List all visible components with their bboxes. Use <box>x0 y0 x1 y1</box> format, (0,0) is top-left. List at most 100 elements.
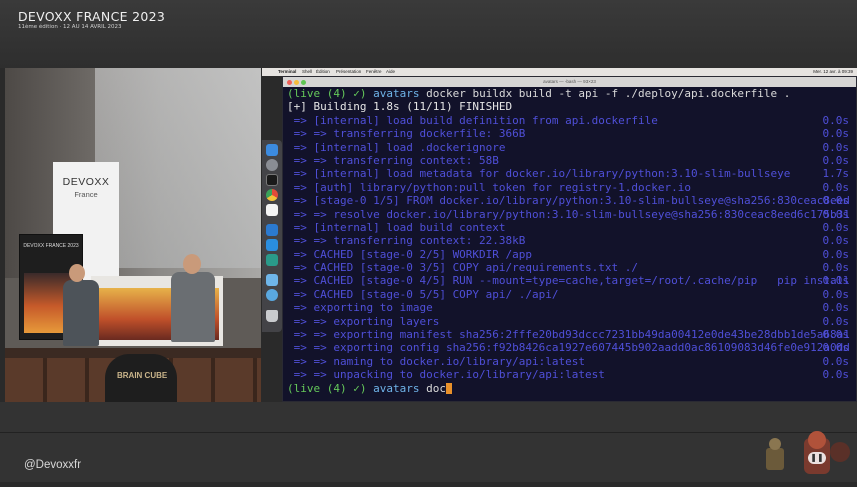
terminal-icon[interactable] <box>266 174 278 186</box>
build-step-text: => [stage-0 1/5] FROM docker.io/library/… <box>287 194 850 208</box>
build-step-row: => => resolve docker.io/library/python:3… <box>283 208 856 221</box>
build-status-line: [+] Building 1.8s (11/11) FINISHED <box>283 100 856 113</box>
build-step-text: => CACHED [stage-0 5/5] COPY api/ ./api/ <box>287 287 559 301</box>
build-step-text: => [internal] load .dockerignore <box>287 140 506 154</box>
chrome-icon[interactable] <box>266 189 278 201</box>
build-step-row: => => transferring context: 22.38kB 0.0s <box>283 234 856 247</box>
build-step-time: 0.0s <box>822 234 850 248</box>
trash-icon[interactable] <box>266 310 278 322</box>
folder-icon[interactable] <box>266 274 278 286</box>
terminal-window-title: avatars — -bash — 93×23 <box>543 79 596 84</box>
pause-button[interactable]: ❚❚ <box>808 452 826 464</box>
menu-aide[interactable]: Aide <box>386 68 395 76</box>
banner-subtitle: France <box>74 190 98 199</box>
command-line: (live (4) ✓) avatars docker buildx build… <box>283 87 856 100</box>
build-steps: => [internal] load build definition from… <box>283 114 856 382</box>
build-step-row: => [internal] load metadata for docker.i… <box>283 167 856 180</box>
build-step-row: => => exporting layers 0.0s <box>283 315 856 328</box>
build-step-time: 0.0s <box>822 113 850 127</box>
build-step-row: => => naming to docker.io/library/api:la… <box>283 355 856 368</box>
menu-shell[interactable]: Shell <box>302 68 312 76</box>
menu-terminal[interactable]: Terminal <box>278 68 296 76</box>
build-step-row: => => exporting config sha256:f92b8426ca… <box>283 341 856 354</box>
build-step-time: 0.0s <box>822 301 850 315</box>
launchpad-icon[interactable] <box>266 159 278 171</box>
build-step-row: => [internal] load build definition from… <box>283 114 856 127</box>
terminal-titlebar[interactable]: avatars — -bash — 93×23 <box>283 77 856 87</box>
build-step-row: => CACHED [stage-0 2/5] WORKDIR /app 0.0s <box>283 248 856 261</box>
build-step-time: 0.0s <box>822 247 850 261</box>
build-step-text: => => exporting manifest sha256:2fffe20b… <box>287 328 850 342</box>
speaker-right-head <box>183 254 201 274</box>
build-step-time: 0.0s <box>822 207 850 221</box>
menu-edition[interactable]: Édition <box>316 68 330 76</box>
build-step-row: => [internal] load build context 0.0s <box>283 221 856 234</box>
build-step-text: => [internal] load build definition from… <box>287 113 658 127</box>
build-step-text: => CACHED [stage-0 4/5] RUN --mount=type… <box>287 274 850 288</box>
build-step-row: => CACHED [stage-0 4/5] RUN --mount=type… <box>283 274 856 287</box>
build-step-text: => => exporting config sha256:f92b8426ca… <box>287 341 850 355</box>
build-step-text: => => transferring context: 22.38kB <box>287 234 526 248</box>
build-step-text: => [internal] load build context <box>287 220 506 234</box>
build-step-time: 0.0s <box>822 314 850 328</box>
stage-wall-panel <box>95 68 261 268</box>
event-title: DEVOXX FRANCE 2023 <box>18 9 166 24</box>
footer-divider <box>0 432 857 433</box>
menu-fenetre[interactable]: Fenêtre <box>366 68 382 76</box>
docker-icon[interactable] <box>266 239 278 251</box>
banner-title: DEVOXX <box>62 176 110 188</box>
slack-icon[interactable] <box>266 204 278 216</box>
build-step-time: 0.0s <box>822 274 850 288</box>
build-step-text: => CACHED [stage-0 2/5] WORKDIR /app <box>287 247 533 261</box>
event-subtitle: 11ème édition · 12 AU 14 AVRIL 2023 <box>18 24 122 30</box>
build-step-row: => => unpacking to docker.io/library/api… <box>283 368 856 381</box>
vscode-icon[interactable] <box>266 224 278 236</box>
build-step-row: => CACHED [stage-0 3/5] COPY api/require… <box>283 261 856 274</box>
build-step-row: => => transferring dockerfile: 366B 0.0s <box>283 127 856 140</box>
prompt-live: (live (4) ✓) <box>287 381 367 395</box>
build-step-time: 0.0s <box>822 140 850 154</box>
pause-icon: ❚❚ <box>810 453 824 462</box>
prompt-live: (live (4) ✓) <box>287 87 367 100</box>
speaker-right <box>171 272 215 342</box>
stage-video: DEVOXX France DEVOXX FRANCE 2023 BRAIN C… <box>5 68 261 402</box>
build-step-time: 0.0s <box>822 287 850 301</box>
build-step-time: 0.0s <box>822 261 850 275</box>
build-step-time: 0.0s <box>822 328 850 342</box>
build-step-time: 0.0s <box>822 194 850 208</box>
speaker-left-head <box>69 264 85 282</box>
event-header: DEVOXX FRANCE 2023 11ème édition · 12 AU… <box>0 0 857 68</box>
build-step-text: => => unpacking to docker.io/library/api… <box>287 368 605 382</box>
build-step-text: => => naming to docker.io/library/api:la… <box>287 354 586 368</box>
input-line[interactable]: (live (4) ✓) avatars doc <box>283 382 856 395</box>
menu-presentation[interactable]: Présentation <box>336 68 361 76</box>
build-step-time: 0.0s <box>822 180 850 194</box>
audience-shirt-text: BRAIN CUBE <box>117 371 168 380</box>
build-step-row: => CACHED [stage-0 5/5] COPY api/ ./api/… <box>283 288 856 301</box>
build-step-time: 0.0s <box>822 153 850 167</box>
build-step-row: => [stage-0 1/5] FROM docker.io/library/… <box>283 194 856 207</box>
build-step-row: => => transferring context: 58B 0.0s <box>283 154 856 167</box>
stream-footer <box>0 402 857 482</box>
build-step-text: => => resolve docker.io/library/python:3… <box>287 207 850 221</box>
build-step-time: 0.0s <box>822 341 850 355</box>
typed-text[interactable]: doc <box>426 382 446 395</box>
side-screen-title: DEVOXX FRANCE 2023 <box>23 243 79 249</box>
text-cursor <box>445 382 452 394</box>
build-step-text: => exporting to image <box>287 301 433 315</box>
terminal-window[interactable]: avatars — -bash — 93×23 (live (4) ✓) ava… <box>282 76 857 402</box>
speaker-left <box>63 280 99 346</box>
menu-clock[interactable]: Mer. 12 avr. à 09:39 <box>813 68 853 76</box>
prompt-path: avatars <box>373 381 420 395</box>
downloads-icon[interactable] <box>266 289 278 301</box>
build-step-time: 0.0s <box>822 220 850 234</box>
build-step-time: 0.0s <box>822 127 850 141</box>
vscode-insiders-icon[interactable] <box>266 254 278 266</box>
build-step-text: => => exporting layers <box>287 314 440 328</box>
finder-icon[interactable] <box>266 144 278 156</box>
terminal-output[interactable]: (live (4) ✓) avatars docker buildx build… <box>283 87 856 395</box>
build-step-text: => [auth] library/python:pull token for … <box>287 180 691 194</box>
build-step-row: => => exporting manifest sha256:2fffe20b… <box>283 328 856 341</box>
build-step-text: => [internal] load metadata for docker.i… <box>287 167 791 181</box>
prompt-path: avatars <box>373 87 420 100</box>
